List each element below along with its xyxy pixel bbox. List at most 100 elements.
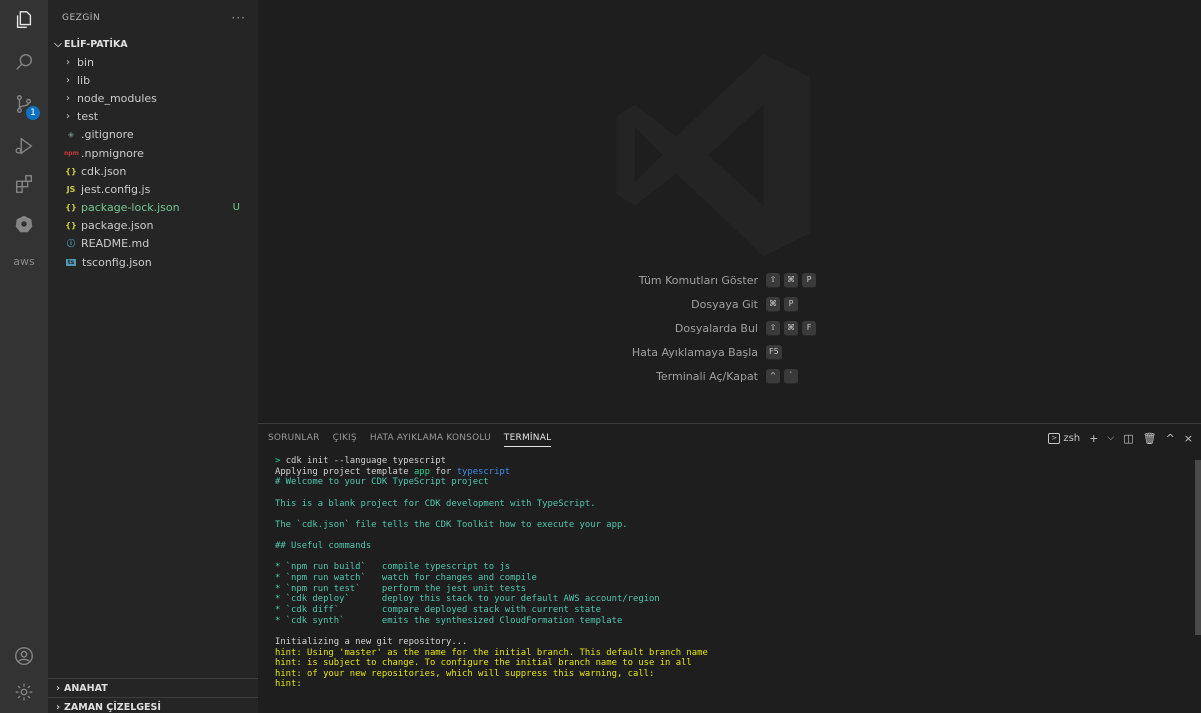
shortcut-label: Terminali Aç/Kapat — [656, 369, 758, 383]
project-name: ELİF-PATİKA — [64, 38, 128, 50]
key-cap: ^ — [766, 368, 780, 384]
terminal-text: * `cdk diff` compare deployed stack with… — [275, 604, 601, 615]
file-item[interactable]: JS jest.config.js — [48, 180, 258, 198]
folder-list: › bin › lib › node_modules › test — [48, 53, 258, 126]
shortcut-keys: F5 — [766, 344, 782, 360]
terminal-line: hint: of your new repositories, which wi… — [275, 669, 1187, 680]
more-actions-icon[interactable]: ··· — [232, 11, 246, 25]
file-list: ◈ .gitignore npm .npmignore{} cdk.json JS jest… — [48, 126, 258, 272]
terminal-text: # Welcome to your CDK TypeScript project — [275, 477, 489, 488]
key-cap: ⌘ — [784, 320, 798, 336]
file-name: .gitignore — [81, 128, 134, 142]
folder-item[interactable]: › lib — [48, 71, 258, 89]
run-debug-icon[interactable] — [0, 126, 48, 166]
file-type-icon: JS — [66, 184, 76, 194]
terminal-line: hint: — [275, 679, 1187, 690]
terminal-line: > cdk init --language typescript — [275, 456, 1187, 467]
close-panel-icon[interactable]: × — [1184, 432, 1193, 445]
file-item[interactable]: npm .npmignore — [48, 144, 258, 162]
chevron-down-icon: ⌵ — [54, 38, 62, 50]
folder-item[interactable]: › test — [48, 108, 258, 126]
search-icon[interactable] — [0, 42, 48, 82]
extensions-icon[interactable] — [0, 164, 48, 204]
terminal-text: * `npm run build` compile typescript to … — [275, 562, 511, 573]
terminal-line: Initializing a new git repository... — [275, 637, 1187, 648]
file-item[interactable]: {} package-lock.json U — [48, 199, 258, 217]
terminal-text: app — [413, 466, 430, 477]
maximize-panel-icon[interactable]: ^ — [1166, 432, 1175, 445]
file-item[interactable]: ⓘ README.md — [48, 235, 258, 253]
panel-tab[interactable]: SORUNLAR — [268, 424, 320, 452]
source-control-icon[interactable]: 1 — [0, 84, 48, 124]
key-cap: ⇧ — [766, 272, 780, 288]
key-cap: P — [802, 272, 816, 288]
terminal-line: # Welcome to your CDK TypeScript project — [275, 477, 1187, 488]
terminal-text: > — [275, 456, 286, 466]
kubernetes-icon[interactable] — [0, 204, 48, 244]
shortcut-keys: ^ ` — [766, 368, 798, 384]
panel-tab[interactable]: ÇIKIŞ — [333, 424, 357, 452]
key-cap: ` — [784, 368, 798, 384]
chevron-down-icon[interactable]: ⌵ — [1107, 433, 1114, 443]
panel-tab[interactable]: HATA AYIKLAMA KONSOLU — [370, 424, 491, 452]
chevron-right-icon: › — [55, 702, 61, 713]
timeline-section[interactable]: › ZAMAN ÇİZELGESİ — [48, 697, 258, 713]
new-terminal-plus-icon[interactable]: + — [1089, 432, 1098, 445]
project-folder-header[interactable]: ⌵ ELİF-PATİKA — [48, 35, 258, 53]
file-name: cdk.json — [81, 164, 127, 178]
account-icon[interactable] — [0, 636, 48, 676]
terminal-text: This is a blank project for CDK developm… — [275, 498, 596, 509]
outline-label: ANAHAT — [64, 683, 108, 694]
split-terminal-icon[interactable]: ◫ — [1123, 432, 1133, 445]
terminal-line: hint: is subject to change. To configure… — [275, 658, 1187, 669]
terminal-text: Initializing a new git repository... — [275, 636, 468, 647]
file-item[interactable]: ts tsconfig.json — [48, 253, 258, 271]
shortcut-row[interactable]: Dosyaya Git ⌘ P — [258, 294, 1201, 314]
folder-item[interactable]: › node_modules — [48, 89, 258, 107]
terminal-output[interactable]: > cdk init --language typescript Applying… — [275, 456, 1187, 690]
file-type-icon: ts — [66, 258, 76, 266]
explorer-sidebar: GEZGİN ··· ⌵ ELİF-PATİKA › bin › lib › node_m… — [48, 0, 258, 713]
terminal-line: The `cdk.json` file tells the CDK Toolki… — [275, 520, 1187, 531]
shortcut-label: Dosyalarda Bul — [674, 321, 758, 335]
file-item[interactable]: {} package.json — [48, 217, 258, 235]
settings-gear-icon[interactable] — [0, 672, 48, 712]
explorer-icon[interactable] — [0, 0, 48, 40]
key-cap: P — [784, 296, 798, 312]
shortcut-row[interactable]: Terminali Aç/Kapat ^ ` — [258, 366, 1201, 386]
shortcut-row[interactable]: Hata Ayıklamaya Başla F5 — [258, 342, 1201, 362]
trash-icon[interactable]: 🗑 — [1143, 432, 1157, 445]
chevron-right-icon: › — [66, 111, 70, 123]
file-item[interactable]: {} cdk.json — [48, 162, 258, 180]
terminal-scrollbar[interactable] — [1195, 460, 1201, 635]
activity-bar: 1 aws — [0, 0, 48, 713]
shortcut-row[interactable]: Dosyalarda Bul ⇧ ⌘ F — [258, 318, 1201, 338]
chevron-right-icon: › — [66, 56, 70, 68]
aws-icon[interactable]: aws — [0, 242, 48, 282]
terminal-selector[interactable]: > zsh — [1048, 432, 1080, 444]
shortcut-keys: ⌘ P — [766, 296, 798, 312]
outline-section[interactable]: › ANAHAT — [48, 678, 258, 698]
file-type-icon: ◈ — [67, 130, 75, 140]
terminal-text: hint: of your new repositories, which wi… — [275, 668, 655, 679]
file-name: package-lock.json — [81, 201, 180, 215]
shortcut-row[interactable]: Tüm Komutları Göster ⇧ ⌘ P — [258, 270, 1201, 290]
folder-name: bin — [77, 55, 95, 69]
file-name: package.json — [81, 219, 154, 233]
folder-name: node_modules — [77, 91, 157, 105]
terminal-text: The `cdk.json` file tells the CDK Toolki… — [275, 519, 628, 530]
file-item[interactable]: ◈ .gitignore — [48, 126, 258, 144]
terminal-text: * `npm run test` perform the jest unit t… — [275, 583, 527, 594]
terminal-text: * `npm run watch` watch for changes and … — [275, 573, 537, 584]
folder-item[interactable]: › bin — [48, 53, 258, 71]
key-cap: ⇧ — [766, 320, 780, 336]
aws-label: aws — [13, 255, 35, 268]
file-type-icon: {} — [65, 203, 77, 213]
terminal-text: * `cdk deploy` deploy this stack to your… — [275, 594, 660, 605]
panel-tab[interactable]: TERMİNAL — [503, 424, 552, 452]
vscode-logo-watermark-icon — [616, 53, 810, 257]
file-name: jest.config.js — [81, 182, 151, 196]
